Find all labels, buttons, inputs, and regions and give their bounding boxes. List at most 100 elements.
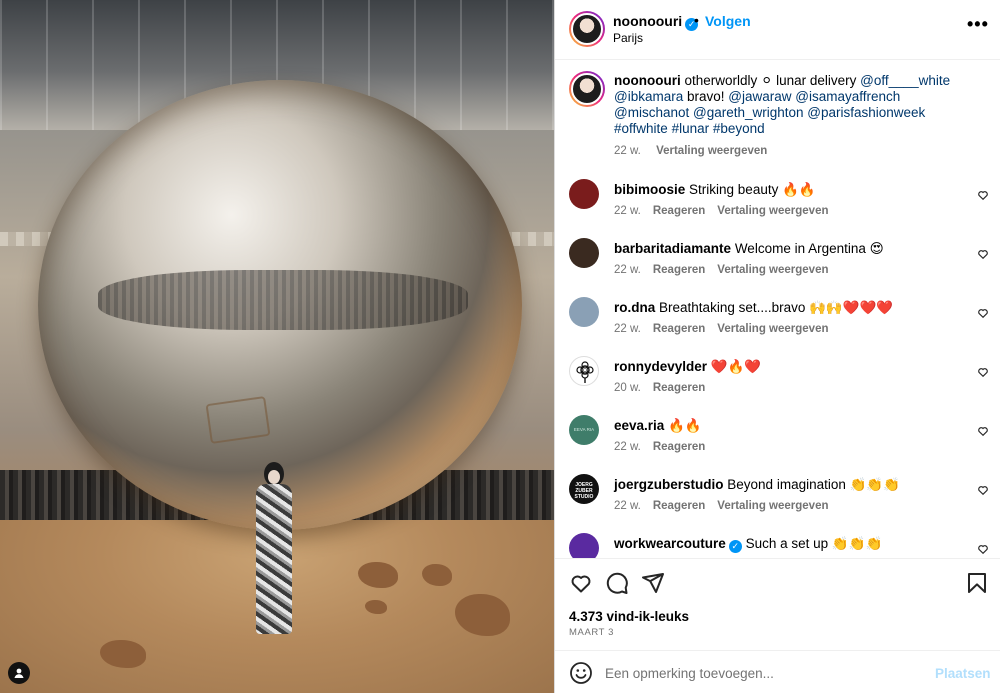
translate-button[interactable]: Vertaling weergeven bbox=[717, 264, 828, 276]
comment-username[interactable]: workwearcouture bbox=[614, 536, 726, 551]
share-icon[interactable] bbox=[641, 571, 665, 595]
comment-time[interactable]: 20 w. bbox=[614, 382, 641, 394]
comment-meta: 22 w. Reageren Vertaling weergeven bbox=[614, 264, 841, 276]
comment-like-heart-icon[interactable] bbox=[977, 307, 989, 322]
caption-tag-link[interactable]: @parisfashionweek bbox=[807, 105, 925, 120]
author-name-text: noonoouri bbox=[613, 13, 683, 29]
caption-text-part: bravo! bbox=[683, 89, 729, 104]
comment-username[interactable]: ro.dna bbox=[614, 300, 655, 315]
caption-tag-link[interactable]: #beyond bbox=[713, 121, 765, 136]
comment-time[interactable]: 22 w. bbox=[614, 205, 641, 217]
comment-text: ronnydevylder ❤️🔥❤️ bbox=[614, 359, 761, 375]
comments-list[interactable]: noonoouri otherworldly ⚪ lunar delivery … bbox=[555, 61, 1000, 558]
caption-tag-link[interactable]: #offwhite bbox=[614, 121, 668, 136]
comment-time[interactable]: 22 w. bbox=[614, 264, 641, 276]
tagged-users-icon[interactable] bbox=[8, 662, 30, 684]
comment-body: Beyond imagination 👏👏👏 bbox=[727, 477, 901, 492]
comment-username[interactable]: ronnydevylder bbox=[614, 359, 707, 374]
comment-text: ro.dna Breathtaking set....bravo 🙌🙌❤️❤️❤… bbox=[614, 300, 893, 316]
author-avatar[interactable] bbox=[569, 11, 605, 47]
comment-input[interactable] bbox=[605, 660, 925, 686]
comment-like-heart-icon[interactable] bbox=[977, 248, 989, 263]
comment-text: bibimoosie Striking beauty 🔥🔥 bbox=[614, 182, 816, 198]
caption-tag-link[interactable]: @isamayaffrench bbox=[795, 89, 900, 104]
emoji-icon[interactable] bbox=[569, 661, 593, 685]
comment-composer: Plaatsen bbox=[555, 650, 1000, 693]
reply-button[interactable]: Reageren bbox=[653, 441, 705, 453]
post-location[interactable]: Parijs bbox=[613, 31, 643, 45]
comment-avatar[interactable] bbox=[569, 238, 599, 268]
comment-body: Such a set up 👏👏👏 bbox=[745, 536, 883, 551]
comment-time[interactable]: 22 w. bbox=[614, 500, 641, 512]
save-bookmark-icon[interactable] bbox=[965, 571, 989, 595]
comment-username[interactable]: eeva.ria bbox=[614, 418, 664, 433]
comment-username[interactable]: barbaritadiamante bbox=[614, 241, 731, 256]
caption-tag-link[interactable]: @ibkamara bbox=[614, 89, 683, 104]
rock bbox=[365, 600, 387, 614]
caption-text: noonoouri otherworldly ⚪ lunar delivery … bbox=[614, 73, 969, 137]
caption-time[interactable]: 22 w. bbox=[614, 145, 641, 157]
comment-item: ro.dna Breathtaking set....bravo 🙌🙌❤️❤️❤… bbox=[569, 297, 989, 347]
comment-avatar[interactable]: EEVA RIA bbox=[569, 415, 599, 445]
reply-button[interactable]: Reageren bbox=[653, 205, 705, 217]
caption-tag-link[interactable]: @gareth_wrighton bbox=[693, 105, 804, 120]
translate-button[interactable]: Vertaling weergeven bbox=[717, 323, 828, 335]
post-header: noonoouri ✓ • Volgen Parijs ••• bbox=[555, 0, 1000, 60]
caption-meta: 22 w. Vertaling weergeven bbox=[614, 145, 779, 157]
avatar-figure bbox=[250, 462, 298, 637]
reply-button[interactable]: Reageren bbox=[653, 382, 705, 394]
like-count[interactable]: 4.373 vind-ik-leuks bbox=[569, 609, 689, 624]
sphere-reflection bbox=[98, 270, 468, 330]
comment-body: 🔥🔥 bbox=[668, 418, 702, 433]
comment-body: Striking beauty 🔥🔥 bbox=[689, 182, 816, 197]
comment-icon[interactable] bbox=[605, 571, 629, 595]
caption-tag-link[interactable]: @mischanot bbox=[614, 105, 689, 120]
post-comment-button[interactable]: Plaatsen bbox=[935, 666, 991, 681]
comment-like-heart-icon[interactable] bbox=[977, 189, 989, 204]
comment-username[interactable]: joergzuberstudio bbox=[614, 477, 724, 492]
comment-text: workwearcouture ✓ Such a set up 👏👏👏 bbox=[614, 536, 882, 553]
caption-tag-link[interactable]: @jawaraw bbox=[728, 89, 791, 104]
sphere-logo bbox=[205, 396, 271, 444]
comment-like-heart-icon[interactable] bbox=[977, 425, 989, 440]
caption-tag-link[interactable]: #lunar bbox=[672, 121, 710, 136]
follow-button[interactable]: Volgen bbox=[705, 13, 751, 29]
post-actions: 4.373 vind-ik-leuks MAART 3 bbox=[555, 558, 1000, 650]
avatar-badge-text: JOERG ZUBER STUDIO bbox=[574, 482, 594, 500]
reply-button[interactable]: Reageren bbox=[653, 264, 705, 276]
comment-like-heart-icon[interactable] bbox=[977, 366, 989, 381]
comment-username[interactable]: bibimoosie bbox=[614, 182, 685, 197]
comment-avatar[interactable]: JOERG ZUBER STUDIO bbox=[569, 474, 599, 504]
comment-item: bibimoosie Striking beauty 🔥🔥 22 w. Reager… bbox=[569, 179, 989, 229]
comment-meta: 22 w. Reageren Vertaling weergeven bbox=[614, 323, 841, 335]
comment-avatar[interactable] bbox=[569, 356, 599, 386]
caption-avatar[interactable] bbox=[569, 71, 605, 107]
comment-meta: 20 w. Reageren bbox=[614, 382, 717, 394]
translate-button[interactable]: Vertaling weergeven bbox=[717, 205, 828, 217]
comment-body: Welcome in Argentina 😍 bbox=[734, 241, 884, 256]
caption-tag-link[interactable]: @off____white bbox=[860, 73, 950, 88]
comment-body: ❤️🔥❤️ bbox=[710, 359, 762, 374]
translate-button[interactable]: Vertaling weergeven bbox=[717, 500, 828, 512]
comment-text: eeva.ria 🔥🔥 bbox=[614, 418, 702, 434]
post-image[interactable] bbox=[0, 0, 554, 693]
more-options-icon[interactable]: ••• bbox=[967, 14, 989, 35]
comment-avatar[interactable] bbox=[569, 179, 599, 209]
comment-time[interactable]: 22 w. bbox=[614, 323, 641, 335]
comment-avatar[interactable] bbox=[569, 533, 599, 558]
comment-avatar[interactable] bbox=[569, 297, 599, 327]
translate-button[interactable]: Vertaling weergeven bbox=[656, 145, 767, 157]
comment-like-heart-icon[interactable] bbox=[977, 543, 989, 558]
avatar-image bbox=[571, 73, 603, 105]
comment-like-heart-icon[interactable] bbox=[977, 484, 989, 499]
reply-button[interactable]: Reageren bbox=[653, 323, 705, 335]
comment-body: Breathtaking set....bravo 🙌🙌❤️❤️❤️ bbox=[659, 300, 894, 315]
author-name[interactable]: noonoouri ✓ bbox=[613, 13, 699, 31]
like-heart-icon[interactable] bbox=[569, 571, 593, 595]
caption-author[interactable]: noonoouri bbox=[614, 73, 681, 88]
comment-item: barbaritadiamante Welcome in Argentina 😍… bbox=[569, 238, 989, 288]
comment-text: joergzuberstudio Beyond imagination 👏👏👏 bbox=[614, 477, 900, 493]
reply-button[interactable]: Reageren bbox=[653, 500, 705, 512]
comment-item: JOERG ZUBER STUDIO joergzuberstudio Beyon… bbox=[569, 474, 989, 524]
comment-time[interactable]: 22 w. bbox=[614, 441, 641, 453]
